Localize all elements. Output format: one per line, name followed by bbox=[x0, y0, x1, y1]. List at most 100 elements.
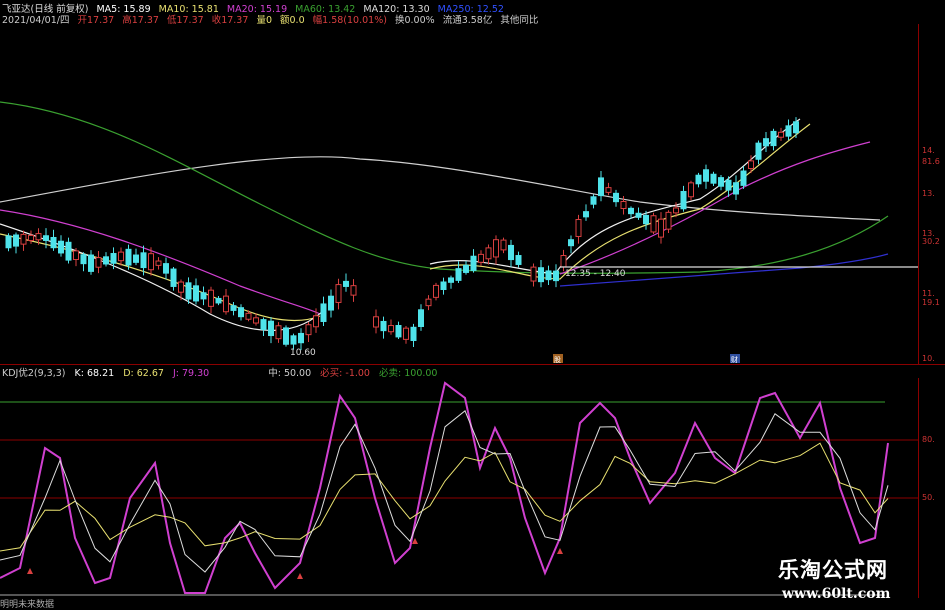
watermark-title: 乐淘公式网 bbox=[778, 557, 888, 582]
candle-body bbox=[350, 285, 357, 296]
candle-body bbox=[688, 182, 694, 198]
candle-body bbox=[725, 179, 732, 191]
candle-body bbox=[305, 324, 312, 336]
candle-body bbox=[440, 281, 447, 291]
candle-body bbox=[80, 254, 87, 265]
candle-body bbox=[425, 298, 432, 307]
candle-body bbox=[88, 254, 94, 272]
candle-body bbox=[380, 320, 387, 332]
candle-body bbox=[133, 254, 139, 263]
price-tick: 81.6 bbox=[922, 157, 940, 166]
candle-body bbox=[193, 285, 199, 302]
candle-body bbox=[748, 160, 754, 169]
chart-header: 飞亚达(日线 前复权) MA5: 15.89 MA10: 15.81 MA20:… bbox=[0, 0, 945, 26]
candle-body bbox=[20, 233, 27, 245]
candle-body bbox=[208, 289, 214, 307]
candle-body bbox=[628, 207, 634, 215]
status-bar: 明明未来数据 bbox=[0, 600, 55, 610]
candle-body bbox=[680, 190, 687, 210]
buy-arrow-icon bbox=[27, 568, 33, 574]
candle-body bbox=[5, 235, 12, 249]
candle-body bbox=[275, 325, 282, 340]
candle-body bbox=[200, 292, 207, 300]
candle-body bbox=[448, 277, 454, 283]
price-tick: 14. bbox=[922, 146, 935, 155]
candle-body bbox=[343, 280, 349, 287]
candle-body bbox=[568, 239, 574, 247]
candle-body bbox=[695, 174, 702, 185]
candle-body bbox=[793, 121, 799, 134]
candle-body bbox=[313, 315, 319, 328]
candle-body bbox=[433, 284, 439, 298]
candle-body bbox=[560, 255, 567, 268]
price-tick: 11. bbox=[922, 289, 935, 298]
candle-body bbox=[35, 233, 42, 241]
candle-body bbox=[155, 260, 162, 266]
candle-body bbox=[50, 236, 57, 249]
price-tick: 30.2 bbox=[922, 237, 940, 246]
candle-body bbox=[553, 270, 559, 282]
candle-body bbox=[110, 253, 117, 264]
buy-signal-arrows bbox=[27, 538, 563, 579]
candle-body bbox=[238, 307, 244, 318]
candle-body bbox=[140, 252, 147, 269]
candle-body bbox=[538, 267, 544, 283]
candle-body bbox=[455, 268, 462, 281]
candle-body bbox=[215, 297, 222, 304]
candle-body bbox=[463, 264, 469, 273]
range-price-label: 12.35 - 12.40 bbox=[565, 269, 626, 279]
kdj-header: KDJ优2(9,3,3) K: 68.21 D: 62.67 J: 79.30 … bbox=[0, 364, 945, 379]
candle-body bbox=[733, 182, 739, 195]
candle-body bbox=[740, 170, 747, 186]
candle-body bbox=[43, 235, 49, 241]
candlestick-chart[interactable]: 10.60 12.35 - 12.40 股 财 bbox=[0, 24, 918, 364]
candle-body bbox=[500, 239, 507, 251]
candle-body bbox=[590, 196, 597, 205]
candle-body bbox=[95, 257, 102, 268]
candle-body bbox=[410, 326, 417, 342]
candle-body bbox=[230, 305, 237, 311]
candle-body bbox=[125, 248, 132, 266]
candle-body bbox=[73, 250, 79, 261]
candle-body bbox=[665, 211, 672, 230]
candle-body bbox=[245, 312, 252, 320]
candle-body bbox=[260, 319, 267, 330]
marker-label-2: 财 bbox=[731, 355, 738, 364]
candle-body bbox=[673, 207, 679, 214]
candle-body bbox=[28, 234, 34, 242]
candle-body bbox=[290, 335, 297, 345]
candle-body bbox=[163, 263, 169, 274]
candle-body bbox=[545, 270, 552, 281]
marker-label-1: 股 bbox=[554, 356, 561, 364]
candle-body bbox=[418, 309, 424, 328]
moving-average-line bbox=[0, 101, 889, 274]
candle-body bbox=[223, 295, 229, 313]
candles bbox=[5, 117, 799, 351]
candle-body bbox=[268, 320, 274, 337]
candle-body bbox=[253, 317, 259, 324]
candle-body bbox=[58, 240, 64, 254]
candle-body bbox=[515, 255, 522, 265]
candle-body bbox=[650, 215, 657, 233]
candle-body bbox=[703, 169, 709, 182]
candle-body bbox=[328, 295, 334, 311]
candle-body bbox=[185, 282, 192, 300]
candle-body bbox=[643, 214, 649, 225]
watermark-url[interactable]: www.60lt.com bbox=[782, 586, 890, 602]
candle-body bbox=[470, 255, 477, 271]
candle-body bbox=[485, 247, 492, 260]
candle-body bbox=[530, 266, 537, 282]
candle-body bbox=[785, 125, 792, 137]
candle-body bbox=[508, 244, 514, 261]
candle-body bbox=[148, 253, 154, 271]
candle-body bbox=[658, 218, 664, 238]
candle-body bbox=[635, 212, 642, 218]
candle-body bbox=[170, 268, 177, 287]
candle-body bbox=[763, 138, 769, 147]
candle-body bbox=[283, 327, 289, 345]
candle-body bbox=[755, 142, 762, 160]
price-tick: 19.1 bbox=[922, 298, 940, 307]
candle-body bbox=[778, 131, 784, 138]
candle-body bbox=[478, 253, 484, 263]
price-tick: 10. bbox=[922, 354, 935, 363]
